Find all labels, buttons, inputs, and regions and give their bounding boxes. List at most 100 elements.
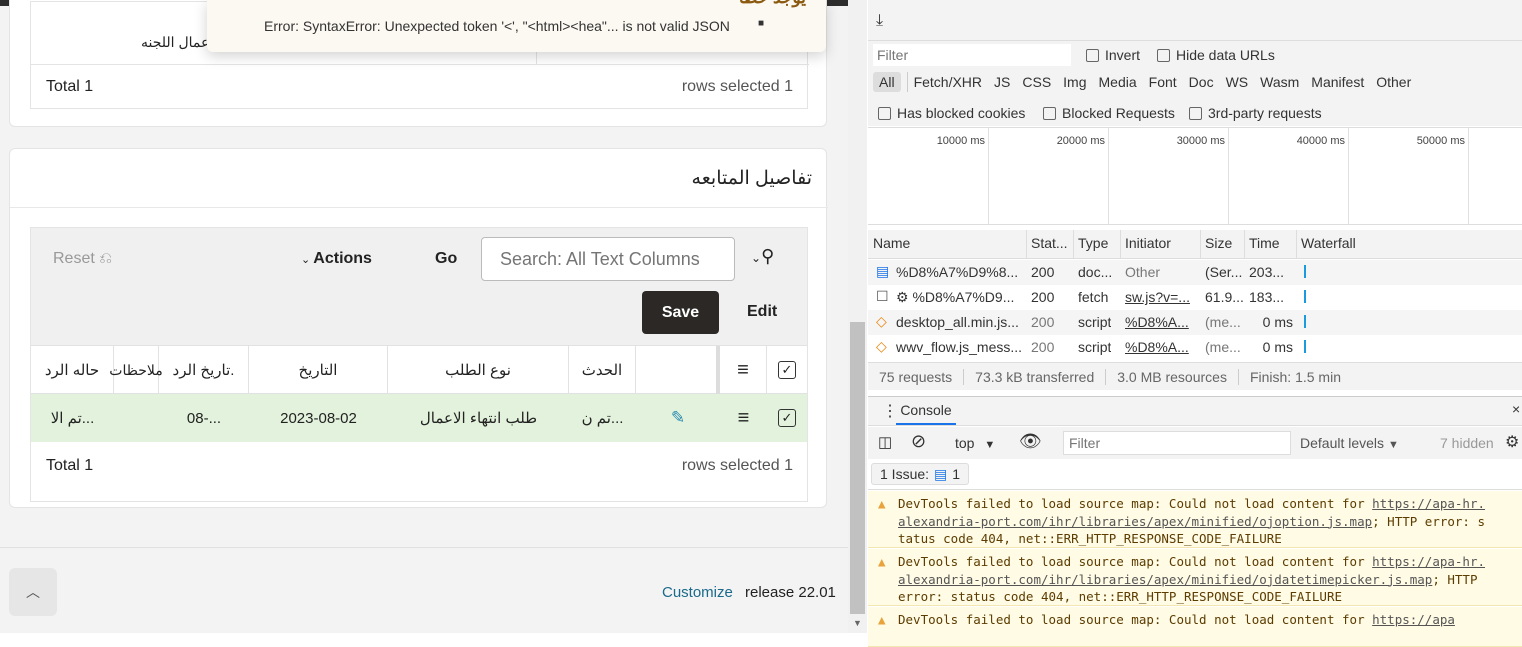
request-row[interactable]: ◇ desktop_all.min.js... 200 script %D8%A... (… [868, 310, 1522, 335]
type-filter-media[interactable]: Media [1093, 72, 1143, 92]
column-header-stat[interactable]: Stat... [1031, 235, 1068, 251]
column-header[interactable]: ملاحظات [109, 346, 163, 394]
column-header[interactable]: التاريخ [249, 346, 388, 394]
column-header-time[interactable]: Time [1249, 235, 1280, 251]
scroll-to-top-button[interactable]: ︿ [9, 568, 57, 616]
type-filter-all[interactable]: All [873, 72, 901, 92]
type-filter-js[interactable]: JS [988, 72, 1016, 92]
blocked-requests-checkbox[interactable]: Blocked Requests [1043, 105, 1175, 121]
network-overview-timeline[interactable]: 10000 ms 20000 ms 30000 ms 40000 ms 50000 ms [868, 127, 1522, 225]
request-row[interactable]: ☐ ⚙ %D8%A7%D9... 200 fetch sw.js?v=... 61.9..… [868, 285, 1522, 310]
request-time: 203... [1249, 264, 1285, 280]
column-header[interactable]: تاريخ الرد. [159, 346, 249, 394]
reset-button[interactable]: Reset ⎌ [53, 250, 112, 268]
select-all-checkbox[interactable]: ✓ [767, 346, 807, 394]
reply-status-cell[interactable]: تم الا... [31, 394, 114, 442]
release-label: release 22.01 [745, 584, 836, 601]
invert-checkbox[interactable]: Invert [1086, 47, 1140, 63]
issues-button[interactable]: 1 Issue: ▤ 1 [871, 463, 970, 485]
column-header-size[interactable]: Size [1205, 235, 1232, 251]
date-cell[interactable]: 2023-08-02 [249, 394, 388, 442]
edit-pencil-icon[interactable]: ✎ [636, 394, 720, 442]
dropdown-arrow-icon: ▼ [984, 439, 996, 451]
request-row[interactable]: ▤ %D8%A7%D9%8... 200 doc... Other (Ser... 203.… [868, 260, 1522, 285]
go-button[interactable]: Go [435, 250, 457, 268]
close-drawer-icon[interactable]: × [1512, 401, 1520, 417]
log-levels-dropdown[interactable]: Default levels ▼ [1300, 435, 1399, 451]
clear-console-icon[interactable]: ⊘ [911, 431, 926, 452]
context-selector[interactable]: top ▼ [955, 435, 995, 451]
issues-label: 1 Issue: [880, 466, 930, 482]
page-scrollbar[interactable]: ▼ [848, 0, 867, 633]
column-header-name[interactable]: Name [873, 235, 910, 251]
network-filter-input[interactable] [873, 44, 1071, 66]
type-filter-doc[interactable]: Doc [1183, 72, 1220, 92]
type-filter-manifest[interactable]: Manifest [1305, 72, 1370, 92]
console-warning: ▲ DevTools failed to load source map: Cou… [868, 549, 1522, 606]
type-filter-ws[interactable]: WS [1220, 72, 1255, 92]
reply-date-cell[interactable]: 08-... [159, 394, 249, 442]
customize-link[interactable]: Customize [662, 584, 733, 601]
type-filter-other[interactable]: Other [1370, 72, 1417, 92]
settings-gear-icon[interactable]: ⚙ [1505, 432, 1519, 452]
error-message: Error: SyntaxError: Unexpected token '<'… [264, 18, 730, 34]
row-checkbox[interactable]: ✓ [767, 394, 807, 442]
type-filter-fetchxhr[interactable]: Fetch/XHR [906, 72, 988, 92]
request-status: 200 [1031, 314, 1055, 330]
type-filter-css[interactable]: CSS [1016, 72, 1057, 92]
error-title: يوجد خطأ [739, 0, 806, 8]
error-notification: يوجد خطأ Error: SyntaxError: Unexpected … [207, 0, 826, 52]
request-type-cell[interactable]: طلب انتهاء الاعمال [388, 394, 569, 442]
message-text: DevTools failed to load source map: Coul… [898, 554, 1373, 569]
source-map-link[interactable]: https://apa [1372, 612, 1455, 627]
actions-menu-button[interactable]: ⌄ Actions [301, 250, 372, 268]
row-actions-icon[interactable]: ≡ [720, 394, 767, 442]
download-icon[interactable]: ⤓ [876, 12, 883, 30]
notes-cell[interactable] [114, 394, 159, 442]
column-header[interactable]: نوع الطلب [388, 346, 569, 394]
levels-label: Default levels [1300, 435, 1385, 451]
actions-label: Actions [313, 250, 372, 267]
scrollbar-thumb[interactable] [850, 322, 865, 614]
row-actions-icon[interactable]: ≡ [720, 346, 767, 394]
column-header[interactable]: حاله الرد [31, 346, 114, 394]
request-initiator[interactable]: sw.js?v=... [1125, 289, 1190, 305]
rows-selected: rows selected 1 [681, 457, 793, 474]
edit-button[interactable]: Edit [747, 303, 777, 321]
request-status: 200 [1031, 289, 1055, 305]
tab-console[interactable]: Console [896, 402, 956, 425]
column-header-waterfall[interactable]: Waterfall [1301, 235, 1356, 251]
scroll-down-arrow[interactable]: ▼ [853, 618, 862, 628]
live-expression-eye-icon[interactable]: 👁 [1019, 431, 1042, 452]
total-count: Total 1 [46, 457, 94, 474]
type-filter-font[interactable]: Font [1143, 72, 1183, 92]
column-header[interactable]: الحدث [569, 346, 636, 394]
event-cell[interactable]: تم ن... [569, 394, 636, 442]
console-filter-input[interactable] [1063, 431, 1291, 455]
followup-region: تفاصيل المتابعه Reset ⎌ ⌄ Actions Go ⌄⚲ … [9, 148, 828, 508]
search-input[interactable] [481, 237, 735, 281]
third-party-checkbox[interactable]: 3rd-party requests [1189, 105, 1322, 121]
hide-data-urls-checkbox[interactable]: Hide data URLs [1157, 47, 1275, 63]
type-filter-wasm[interactable]: Wasm [1254, 72, 1305, 92]
column-header-type[interactable]: Type [1078, 235, 1108, 251]
apex-page: اعمال اللجنه Total 1 rows selected 1 تفا… [0, 0, 848, 633]
request-row[interactable]: ◇ wwv_flow.js_mess... 200 script %D8%A... (me… [868, 335, 1522, 360]
column-header-initiator[interactable]: Initiator [1125, 235, 1171, 251]
grid-row[interactable]: تم الا... 08-... 2023-08-02 طلب انتهاء ا… [31, 394, 807, 442]
fetch-icon: ☐ [876, 288, 889, 304]
request-initiator[interactable]: %D8%A... [1125, 339, 1189, 355]
summary-item: 75 requests [879, 368, 953, 385]
message-text: DevTools failed to load source map: Coul… [898, 612, 1373, 627]
hide-data-urls-label: Hide data URLs [1176, 47, 1275, 63]
close-icon[interactable]: ■ [758, 18, 764, 29]
type-filter-img[interactable]: Img [1057, 72, 1092, 92]
sidebar-toggle-icon[interactable]: ◫ [878, 433, 892, 451]
request-initiator[interactable]: %D8%A... [1125, 314, 1189, 330]
has-blocked-cookies-checkbox[interactable]: Has blocked cookies [878, 105, 1025, 121]
request-type: script [1078, 339, 1112, 355]
search-column-selector[interactable]: ⌄⚲ [751, 246, 774, 267]
timeline-gridline [988, 128, 989, 225]
save-button[interactable]: Save [642, 291, 719, 334]
request-type: fetch [1078, 289, 1109, 305]
